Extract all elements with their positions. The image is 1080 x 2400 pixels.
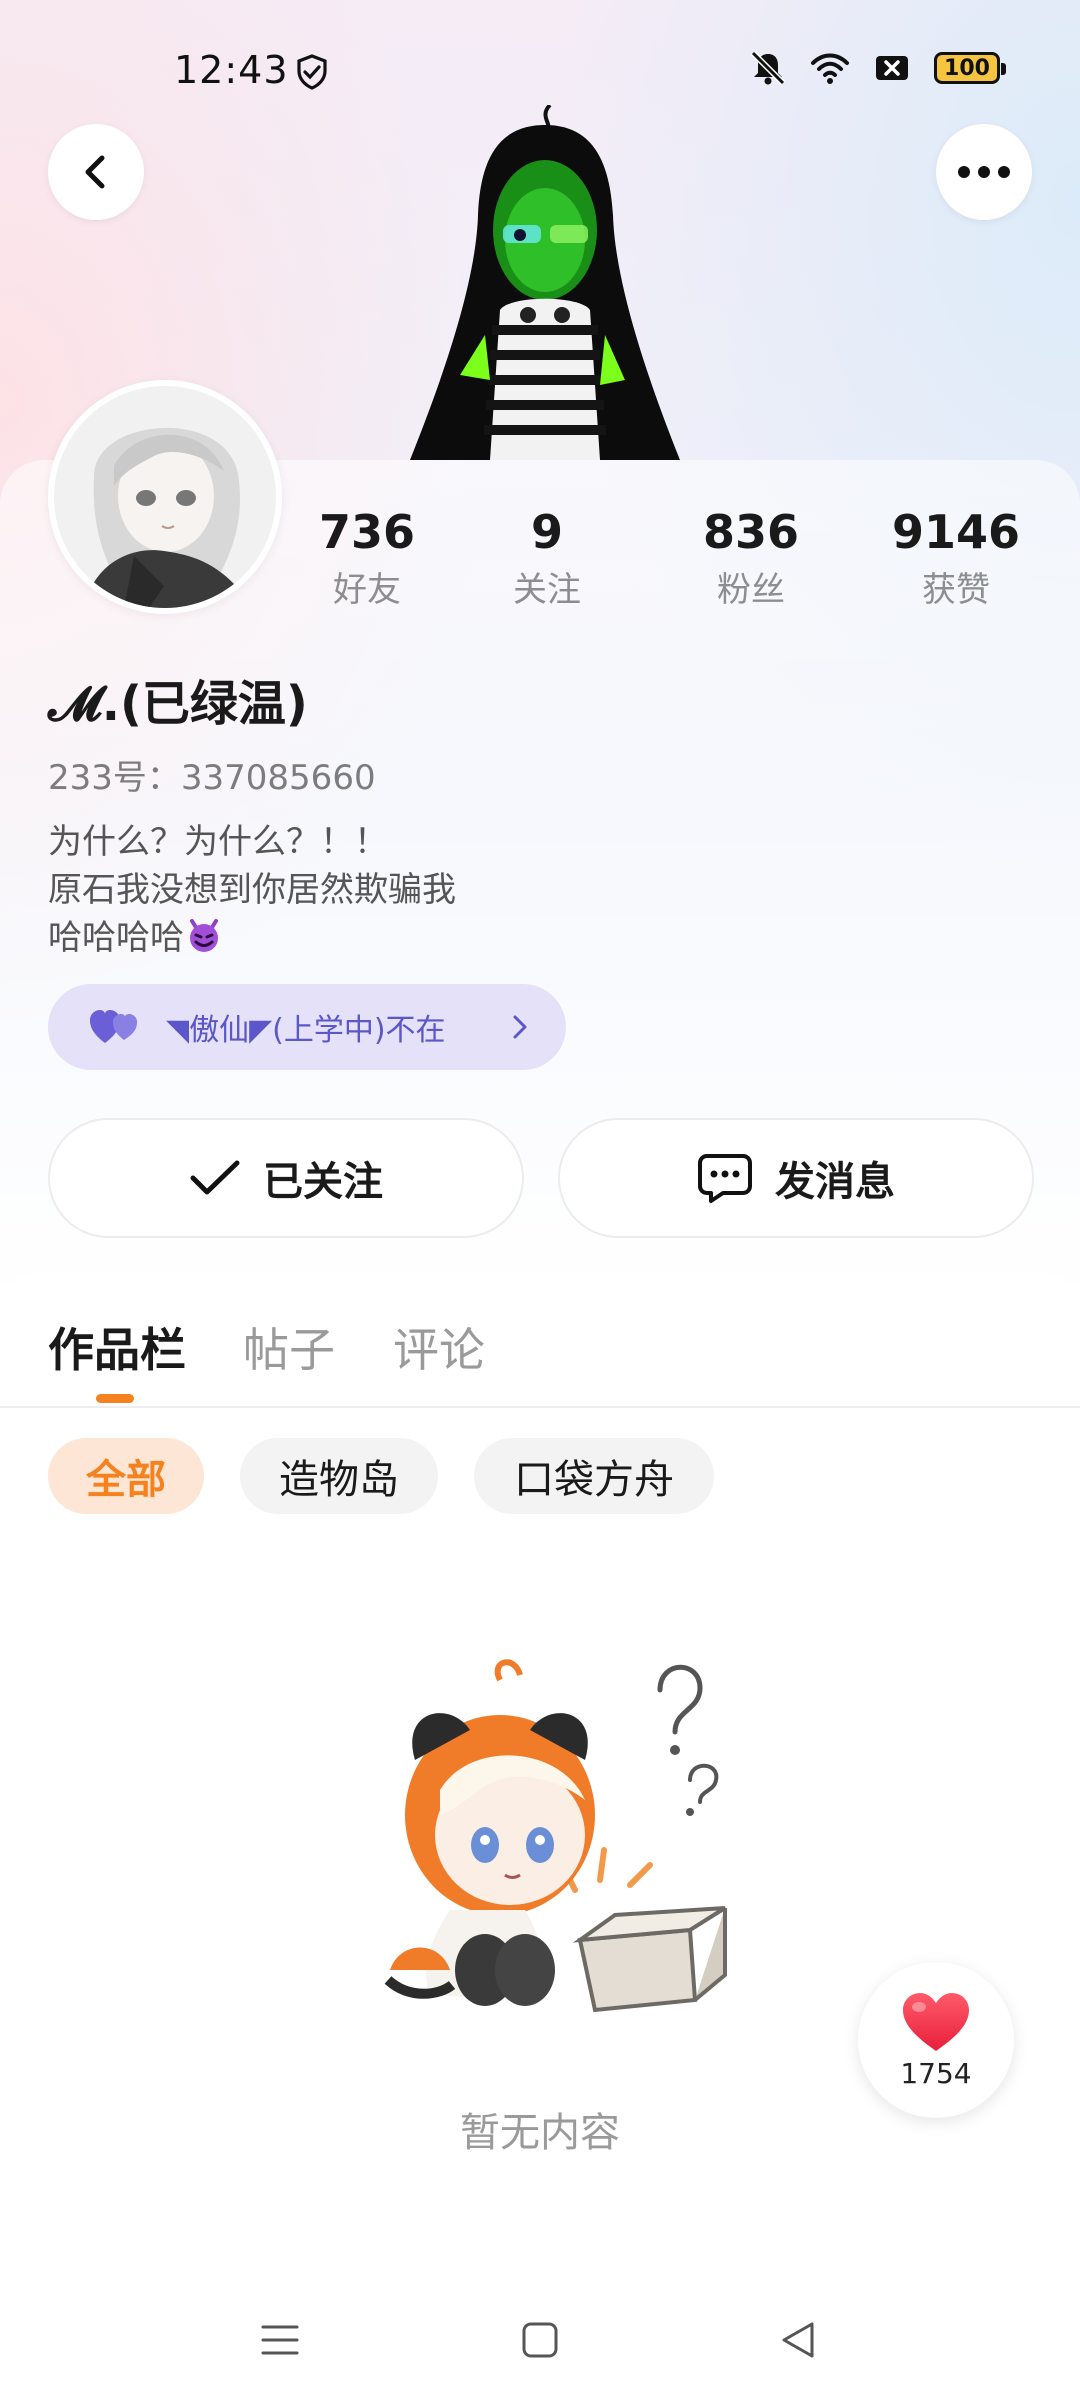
wifi-icon: [811, 53, 849, 84]
empty-state-illustration: [384, 1659, 727, 2013]
stat-value: 9146: [891, 505, 1021, 559]
shield-check-icon: [297, 54, 327, 90]
filter-chip-pocket-ark[interactable]: 口袋方舟: [474, 1438, 714, 1514]
double-heart-icon: [90, 1010, 137, 1043]
username: 𝓜.(已绿温): [48, 676, 308, 732]
like-count: 1754: [900, 2056, 972, 2090]
nav-home-button[interactable]: [510, 2310, 570, 2370]
follow-label: 已关注: [263, 1159, 383, 1205]
data-off-icon: [876, 56, 908, 80]
heart-icon: [903, 1992, 969, 2051]
back-button[interactable]: [48, 124, 144, 220]
stat-label: 关注: [513, 570, 581, 610]
chat-bubble-icon: [698, 1154, 752, 1203]
stat-label: 粉丝: [717, 570, 785, 610]
bio: 为什么？为什么？！！ 原石我没想到你居然欺骗我 哈哈哈哈: [48, 818, 456, 962]
battery-level: 100: [944, 55, 990, 81]
bio-line: 为什么？为什么？！！: [48, 822, 388, 862]
user-id[interactable]: 233号：337085660: [48, 750, 376, 799]
guild-pill[interactable]: ◥傲仙◤(上学中)不在: [48, 984, 566, 1070]
message-label: 发消息: [775, 1159, 895, 1205]
nav-menu-button[interactable]: [250, 2310, 310, 2370]
chevron-right-icon: [513, 1015, 527, 1039]
stat-label: 好友: [333, 570, 401, 610]
banner-character-image: [410, 105, 680, 460]
stat-label: 获赞: [922, 570, 990, 610]
content-tabs: 作品栏 帖子 评论: [0, 1300, 1080, 1410]
message-button[interactable]: 发消息: [558, 1118, 1034, 1238]
stat-value: 736: [318, 505, 416, 559]
tab-posts[interactable]: 帖子: [243, 1314, 335, 1380]
avatar[interactable]: [48, 380, 282, 614]
like-button[interactable]: 1754: [858, 1962, 1014, 2118]
chevron-left-icon: [85, 155, 105, 189]
nav-back-button[interactable]: [768, 2310, 828, 2370]
mute-bell-icon: [750, 50, 786, 86]
stat-likes[interactable]: 9146 获赞: [866, 500, 1046, 616]
stat-fans[interactable]: 836 粉丝: [661, 500, 841, 616]
home-square-icon: [522, 2322, 558, 2358]
smiling-devil-icon: [190, 919, 218, 952]
tab-works[interactable]: 作品栏: [48, 1314, 186, 1380]
avatar-image: [54, 386, 276, 608]
stat-following[interactable]: 9 关注: [457, 500, 637, 616]
guild-name: ◥傲仙◤(上学中)不在: [166, 1013, 446, 1048]
filter-chip-all[interactable]: 全部: [48, 1438, 204, 1514]
bio-line-last: 哈哈哈哈: [48, 914, 456, 962]
tab-divider: [0, 1406, 1080, 1408]
system-nav-bar: [0, 2280, 1080, 2400]
bio-line: 原石我没想到你居然欺骗我: [48, 870, 456, 910]
follow-button[interactable]: 已关注: [48, 1118, 524, 1238]
check-icon: [190, 1160, 240, 1195]
menu-icon: [261, 2325, 299, 2355]
stat-value: 9: [530, 505, 563, 559]
stat-value: 836: [702, 505, 800, 559]
tab-comments[interactable]: 评论: [393, 1314, 485, 1380]
more-button[interactable]: [936, 124, 1032, 220]
back-triangle-icon: [782, 2322, 814, 2358]
stat-friends[interactable]: 736 好友: [277, 500, 457, 616]
status-time: 12:43: [174, 48, 289, 92]
bio-line-text: 哈哈哈哈: [48, 918, 184, 958]
profile-stats: 736 好友 9 关注 836 粉丝 9146 获赞: [300, 500, 1080, 630]
more-horizontal-icon: [958, 166, 1010, 178]
tab-indicator: [96, 1394, 134, 1403]
battery-icon: 100: [934, 52, 1006, 84]
filter-chip-creation-island[interactable]: 造物岛: [240, 1438, 438, 1514]
